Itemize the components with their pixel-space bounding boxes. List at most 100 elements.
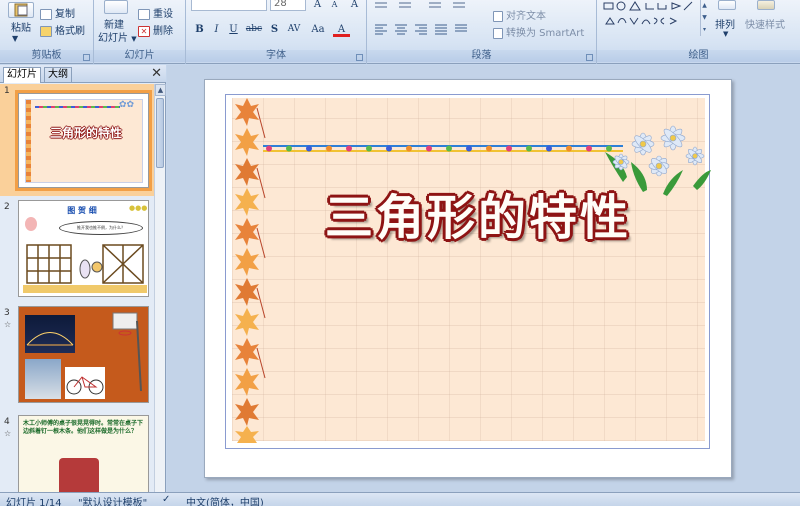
scrollbar-thumb[interactable] bbox=[156, 98, 164, 168]
clear-format-button[interactable]: A bbox=[346, 0, 363, 12]
character-spacing-button[interactable]: AV bbox=[283, 22, 305, 37]
thumbnail-flower-icon: ✿✿ bbox=[119, 100, 135, 110]
paragraph-launcher-icon[interactable] bbox=[586, 54, 593, 61]
slides-group: 新建 幻灯片 ▼ 重设 ✕ 删除 幻灯片 bbox=[94, 0, 186, 64]
slide-thumbnail-4[interactable]: 木工小师傅的桌子很晃晃得时。常常在桌子下边斜着钉一根木条。他们这样做是为什么？ bbox=[18, 415, 149, 492]
font-color-button[interactable]: A bbox=[333, 22, 350, 37]
paragraph-group-label: 段落 bbox=[367, 50, 596, 62]
theme-name: "默认设计模板" bbox=[78, 498, 148, 506]
font-size-box[interactable]: 28 bbox=[270, 0, 306, 11]
panel-tabs: 幻灯片 大纲 ✕ bbox=[0, 65, 166, 83]
thumbnail2-character-icon bbox=[25, 217, 37, 231]
align-text-label: 对齐文本 bbox=[506, 11, 546, 22]
copy-icon bbox=[40, 8, 52, 20]
thumbnail-row-3[interactable]: 3 ☆ bbox=[0, 306, 154, 408]
font-group: 28 A A A B I U abc S AV Aa A 字体 bbox=[186, 0, 367, 64]
slide-thumbnail-3[interactable] bbox=[18, 306, 149, 403]
reset-label: 重设 bbox=[153, 9, 173, 20]
status-bar: 幻灯片 1/14 "默认设计模板" ✓ 中文(简体，中国) bbox=[0, 492, 800, 506]
format-painter-icon bbox=[40, 25, 52, 37]
quick-styles-icon bbox=[757, 0, 775, 10]
paragraph-group: 对齐文本 转换为 SmartArt 段落 bbox=[367, 0, 597, 64]
font-launcher-icon[interactable] bbox=[356, 54, 363, 61]
thumbnail4-text: 木工小师傅的桌子很晃晃得时。常常在桌子下边斜着钉一根木条。他们这样做是为什么？ bbox=[23, 420, 144, 435]
new-slide-label2: 幻灯片 bbox=[98, 33, 128, 44]
thumbnail-bead-line bbox=[35, 106, 120, 108]
align-text-icon bbox=[493, 10, 503, 22]
format-painter-label: 格式刷 bbox=[55, 26, 85, 37]
clipboard-group-label: 剪贴板 bbox=[0, 50, 93, 62]
arrange-dropdown-icon[interactable]: ▼ bbox=[723, 30, 728, 38]
new-slide-dropdown[interactable]: 幻灯片 ▼ bbox=[98, 29, 137, 44]
spell-check-icon[interactable]: ✓ bbox=[162, 494, 170, 505]
thumbnail2-dots-icon: ●●● bbox=[129, 204, 148, 212]
arrange-button[interactable]: 排列 bbox=[715, 16, 735, 31]
thumbnail3-bridge-photo bbox=[25, 315, 75, 353]
new-slide-icon bbox=[104, 0, 128, 14]
slide-canvas: 三角形的特性 bbox=[167, 65, 800, 492]
convert-smartart-button[interactable]: 转换为 SmartArt bbox=[493, 24, 584, 39]
change-case-button[interactable]: Aa bbox=[307, 22, 329, 37]
alignment-buttons-icon[interactable] bbox=[373, 22, 473, 36]
thumbnail-row-1[interactable]: 1 ✿✿ 三角形的特性 bbox=[0, 84, 154, 196]
slide-thumbnail-1[interactable]: ✿✿ 三角形的特性 bbox=[15, 90, 152, 191]
arrange-icon bbox=[718, 0, 736, 10]
clipboard-launcher-icon[interactable] bbox=[83, 54, 90, 61]
grow-font-button[interactable]: A bbox=[309, 0, 326, 12]
copy-button[interactable]: 复制 bbox=[40, 5, 75, 20]
tab-slides[interactable]: 幻灯片 bbox=[3, 67, 41, 83]
font-group-label: 字体 bbox=[186, 50, 366, 62]
strikethrough-button[interactable]: abc bbox=[243, 22, 265, 37]
delete-icon: ✕ bbox=[138, 25, 150, 37]
chevron-down-icon: ▼ bbox=[131, 35, 137, 43]
smartart-label: 转换为 SmartArt bbox=[506, 28, 585, 39]
delete-label: 删除 bbox=[153, 26, 173, 37]
reset-icon bbox=[138, 8, 150, 20]
bold-button[interactable]: B bbox=[191, 22, 208, 37]
current-slide[interactable]: 三角形的特性 bbox=[204, 79, 732, 478]
paste-icon bbox=[8, 2, 34, 18]
close-panel-icon[interactable]: ✕ bbox=[151, 66, 162, 81]
slides-group-label: 幻灯片 bbox=[94, 50, 185, 62]
animation-star-icon: ☆ bbox=[4, 320, 12, 329]
thumbnail-scrollbar[interactable]: ▲ bbox=[154, 84, 166, 492]
thumbnail-number: 4 bbox=[4, 417, 10, 427]
scroll-up-icon[interactable]: ▲ bbox=[155, 84, 166, 96]
shapes-gallery-icon[interactable] bbox=[602, 0, 700, 36]
clipboard-group: 粘贴 ▼ 复制 格式刷 剪贴板 bbox=[0, 0, 94, 64]
paste-dropdown-icon[interactable]: ▼ bbox=[12, 34, 18, 43]
delete-button[interactable]: ✕ 删除 bbox=[138, 22, 173, 37]
language-indicator[interactable]: 中文(简体，中国) bbox=[186, 494, 264, 506]
list-buttons-icon[interactable] bbox=[373, 0, 493, 12]
shrink-font-button[interactable]: A bbox=[326, 0, 343, 12]
tab-outline[interactable]: 大纲 bbox=[44, 67, 72, 83]
ribbon: 粘贴 ▼ 复制 格式刷 剪贴板 新建 幻灯片 ▼ 重设 ✕ 删除 幻灯片 28 A… bbox=[0, 0, 800, 64]
copy-label: 复制 bbox=[55, 9, 75, 20]
align-text-button[interactable]: 对齐文本 bbox=[493, 7, 546, 22]
thumbnail-row-4[interactable]: 4 ☆ 木工小师傅的桌子很晃晃得时。常常在桌子下边斜着钉一根木条。他们这样做是为… bbox=[0, 415, 154, 492]
thumbnail-row-2[interactable]: 2 图 贺 细 ●●● 推开我也推不倒，为什么？ bbox=[0, 200, 154, 300]
underline-button[interactable]: U bbox=[225, 22, 242, 37]
thumbnail-number: 2 bbox=[4, 202, 10, 212]
thumbnail2-title: 图 贺 细 bbox=[67, 206, 97, 215]
thumbnail3-bicycle bbox=[65, 367, 105, 399]
shapes-scroll-icon[interactable]: ▲ ▼ ▾ bbox=[700, 0, 708, 36]
reset-button[interactable]: 重设 bbox=[138, 5, 173, 20]
slide-title[interactable]: 三角形的特性 bbox=[278, 178, 678, 248]
shadow-button[interactable]: S bbox=[266, 22, 283, 37]
format-painter-button[interactable]: 格式刷 bbox=[40, 22, 85, 37]
slides-panel: 幻灯片 大纲 ✕ 1 ✿✿ 三角形的特性 2 图 贺 细 ●●● 推开我也推不倒… bbox=[0, 65, 166, 492]
drawing-group: ▲ ▼ ▾ 排列 ▼ 快速样式 绘图 bbox=[597, 0, 800, 64]
font-name-box[interactable] bbox=[191, 0, 267, 11]
slide-count: 幻灯片 1/14 bbox=[6, 498, 62, 506]
paste-button[interactable]: 粘贴 bbox=[11, 19, 31, 34]
slide-thumbnail-2[interactable]: 图 贺 细 ●●● 推开我也推不倒，为什么？ bbox=[18, 200, 149, 297]
thumbnail3-solar-heater bbox=[25, 359, 61, 399]
quick-styles-button[interactable]: 快速样式 bbox=[745, 16, 785, 31]
thumbnail3-basketball-hoop bbox=[107, 311, 147, 393]
thumbnail-leaf-border bbox=[26, 100, 31, 182]
thumbnail2-fence-illustration bbox=[23, 244, 147, 293]
smartart-icon bbox=[493, 27, 503, 39]
thumbnail-title: 三角形的特性 bbox=[49, 126, 122, 140]
italic-button[interactable]: I bbox=[208, 22, 225, 37]
